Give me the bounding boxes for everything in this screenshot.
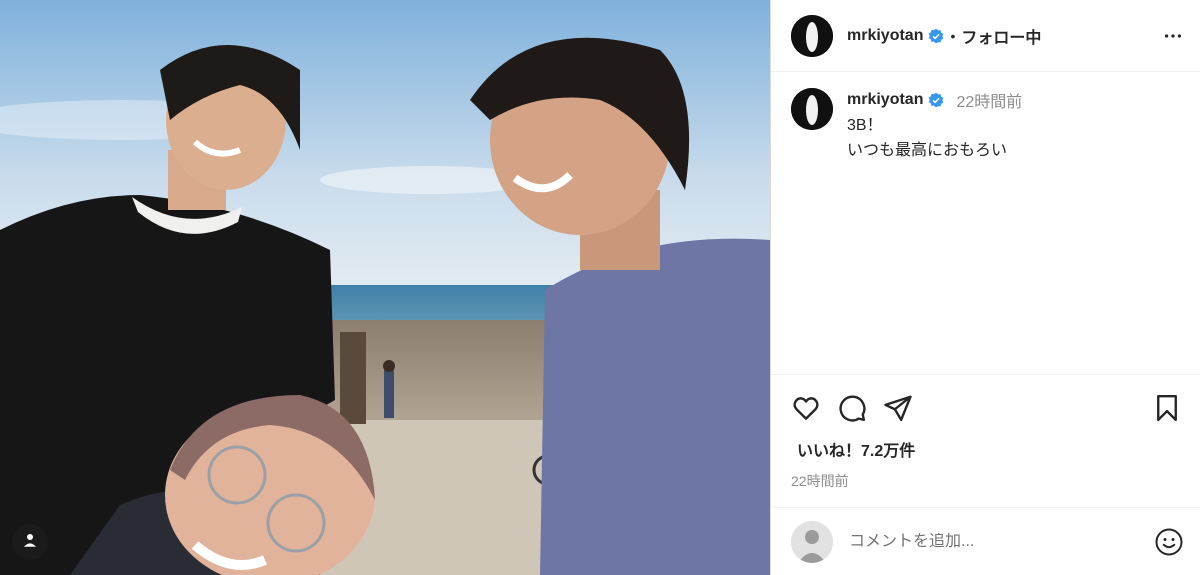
separator-dot: • — [950, 27, 956, 44]
comment-bubble-icon[interactable] — [837, 393, 867, 423]
action-bar: いいね！7.2万件 22時間前 — [771, 375, 1200, 508]
verified-badge-icon — [928, 28, 944, 44]
caption-item: mrkiyotan 22時間前 3B！ いつも最高におもろい — [791, 88, 1180, 162]
caption-body: mrkiyotan 22時間前 3B！ いつも最高におもろい — [847, 88, 1022, 162]
verified-badge-icon — [928, 92, 944, 108]
post-photo[interactable] — [0, 0, 770, 575]
caption-username[interactable]: mrkiyotan — [847, 91, 923, 109]
profile-avatar[interactable] — [791, 14, 833, 57]
beach-selfie-image — [0, 0, 770, 575]
comment-composer — [771, 508, 1200, 575]
current-user-avatar — [791, 520, 833, 563]
caption-area: mrkiyotan 22時間前 3B！ いつも最高におもろい — [771, 72, 1200, 375]
action-icons — [791, 393, 1182, 423]
smiley-icon[interactable] — [1154, 527, 1184, 557]
profile-username[interactable]: mrkiyotan — [847, 27, 923, 45]
person-tag-icon — [21, 531, 39, 554]
caption-header: mrkiyotan 22時間前 — [847, 88, 1022, 112]
caption-line-2: いつも最高におもろい — [847, 142, 1008, 159]
heart-icon[interactable] — [791, 393, 821, 423]
post-viewer: mrkiyotan • フォロー中 mrkiyotan 22時間前 3B！ いつ… — [0, 0, 1200, 575]
tagged-users-button[interactable] — [12, 524, 48, 560]
comment-input[interactable] — [849, 532, 1154, 551]
more-options-icon[interactable] — [1162, 25, 1184, 47]
caption-avatar[interactable] — [791, 88, 833, 130]
paper-plane-icon[interactable] — [883, 393, 913, 423]
post-timestamp: 22時間前 — [791, 473, 849, 489]
like-count[interactable]: いいね！7.2万件 — [791, 437, 1182, 461]
caption-time: 22時間前 — [956, 94, 1023, 111]
follow-status-button[interactable]: フォロー中 — [961, 24, 1041, 48]
post-sidebar: mrkiyotan • フォロー中 mrkiyotan 22時間前 3B！ いつ… — [770, 0, 1200, 575]
bookmark-icon[interactable] — [1152, 393, 1182, 423]
post-header: mrkiyotan • フォロー中 — [771, 0, 1200, 72]
caption-line-1: 3B！ — [847, 117, 883, 134]
